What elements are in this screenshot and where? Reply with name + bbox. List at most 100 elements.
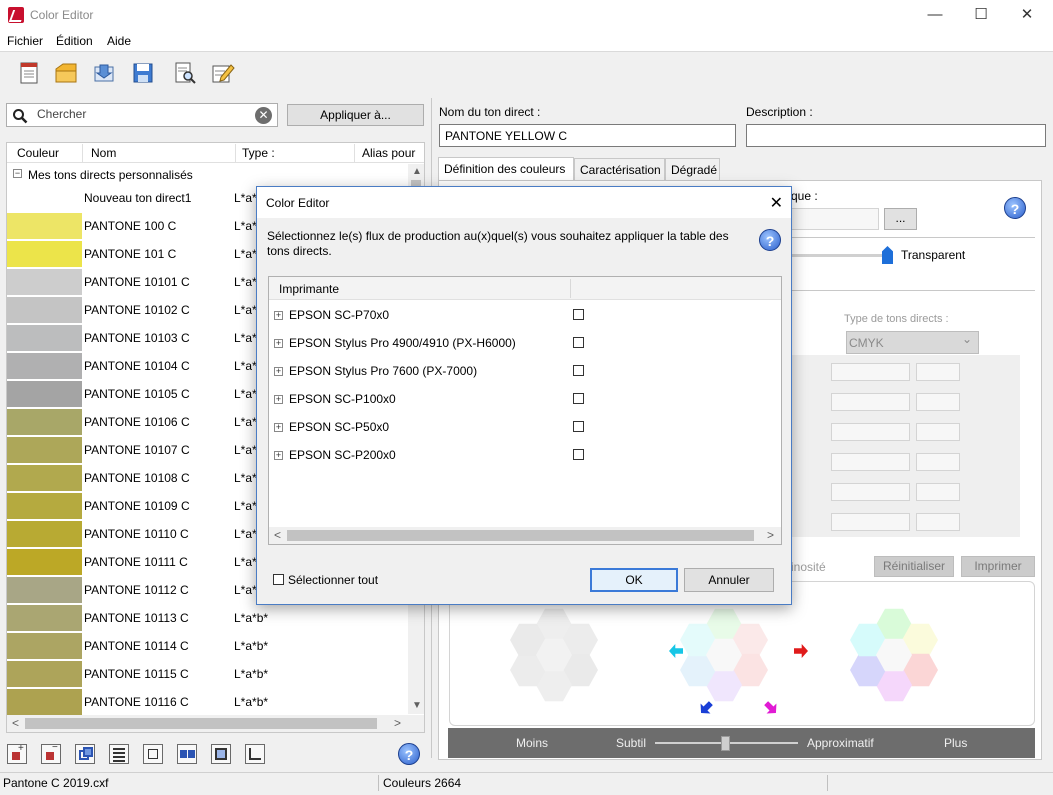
select-all-checkbox[interactable]	[273, 574, 284, 585]
list-item[interactable]: PANTONE 10114 C L*a*b*	[7, 632, 407, 660]
column-header-alias[interactable]: Alias pour	[362, 146, 415, 160]
menu-fichier[interactable]: Fichier	[7, 34, 43, 48]
list-item[interactable]: PANTONE 10113 C L*a*b*	[7, 604, 407, 632]
printer-checkbox[interactable]	[573, 421, 584, 432]
chart-icon[interactable]	[245, 744, 265, 764]
column-header-name[interactable]: Nom	[91, 146, 116, 160]
search-input[interactable]: Chercher	[37, 107, 86, 121]
maximize-button[interactable]: ☐	[958, 0, 1004, 31]
close-button[interactable]: ✕	[1004, 0, 1050, 31]
printer-row[interactable]: + EPSON SC-P70x0	[269, 301, 781, 329]
spot-name-field[interactable]: PANTONE YELLOW C	[439, 124, 736, 147]
list-item[interactable]: PANTONE 10115 C L*a*b*	[7, 660, 407, 688]
printer-checkbox[interactable]	[573, 393, 584, 404]
transparency-slider[interactable]	[791, 254, 886, 257]
tab-color-definition[interactable]: Définition des couleurs	[438, 157, 574, 180]
printer-checkbox[interactable]	[573, 365, 584, 376]
ok-button[interactable]: OK	[590, 568, 678, 592]
color-type: L*a*	[234, 387, 257, 401]
less-label[interactable]: Moins	[516, 736, 548, 750]
remove-color-icon[interactable]: −	[41, 742, 61, 764]
more-label[interactable]: Plus	[944, 736, 967, 750]
printer-checkbox[interactable]	[573, 449, 584, 460]
dialog-close-icon[interactable]: ✕	[770, 193, 783, 213]
expand-icon[interactable]: +	[274, 367, 283, 376]
printer-row[interactable]: + EPSON SC-P200x0	[269, 441, 781, 469]
expand-icon[interactable]: +	[274, 311, 283, 320]
print-button[interactable]: Imprimer	[961, 556, 1035, 577]
edit-icon[interactable]	[211, 61, 235, 85]
reset-button[interactable]: Réinitialiser	[874, 556, 954, 577]
open-folder-icon[interactable]	[54, 61, 78, 85]
toolbar	[0, 51, 1053, 93]
frame-icon[interactable]	[211, 744, 231, 764]
scroll-down-icon[interactable]: ▼	[412, 700, 422, 711]
horizontal-scrollbar[interactable]: < >	[7, 715, 424, 732]
list-view-icon[interactable]	[109, 744, 129, 764]
select-all-label[interactable]: Sélectionner tout	[288, 573, 378, 587]
menu-edition[interactable]: Édition	[56, 34, 93, 48]
color-name: PANTONE 10112 C	[84, 583, 189, 597]
luminosity-label: inosité	[791, 560, 826, 574]
dialog-horizontal-scrollbar[interactable]: < >	[269, 527, 781, 544]
search-box[interactable]: Chercher ✕	[6, 103, 278, 127]
tab-gradient[interactable]: Dégradé	[665, 158, 720, 180]
apply-to-button[interactable]: Appliquer à...	[287, 104, 424, 126]
minimize-button[interactable]: —	[912, 0, 958, 31]
color-name: PANTONE 10104 C	[84, 359, 190, 373]
new-document-icon[interactable]	[17, 61, 41, 85]
column-header-color[interactable]: Couleur	[17, 146, 59, 160]
partial-field-input[interactable]	[791, 208, 879, 230]
help-icon-top[interactable]: ?	[1004, 197, 1026, 219]
list-item[interactable]: PANTONE 10116 C L*a*b*	[7, 688, 407, 716]
browse-button[interactable]: ...	[884, 208, 917, 230]
printer-row[interactable]: + EPSON SC-P50x0	[269, 413, 781, 441]
group-row[interactable]: − Mes tons directs personnalisés	[7, 164, 407, 184]
compare-icon[interactable]	[177, 744, 197, 764]
horizontal-scroll-thumb[interactable]	[25, 718, 377, 729]
expand-icon[interactable]: +	[274, 339, 283, 348]
variation-slider-thumb[interactable]	[721, 736, 730, 751]
color-name: PANTONE 10108 C	[84, 471, 190, 485]
scroll-right-icon[interactable]: >	[394, 716, 401, 730]
printer-row[interactable]: + EPSON Stylus Pro 4900/4910 (PX-H6000)	[269, 329, 781, 357]
value-field-small	[916, 513, 960, 531]
color-type: L*a*	[234, 303, 257, 317]
spot-type-dropdown[interactable]: CMYK ⌄	[846, 331, 979, 354]
save-icon[interactable]	[131, 61, 155, 85]
properties-icon[interactable]	[143, 744, 163, 764]
scroll-left-icon[interactable]: <	[12, 716, 19, 730]
printer-checkbox[interactable]	[573, 309, 584, 320]
import-icon[interactable]	[92, 61, 116, 85]
printer-row[interactable]: + EPSON Stylus Pro 7600 (PX-7000)	[269, 357, 781, 385]
value-field-small	[916, 483, 960, 501]
expand-icon[interactable]: +	[274, 395, 283, 404]
dialog-help-icon[interactable]: ?	[759, 229, 781, 251]
duplicate-icon[interactable]	[75, 744, 95, 764]
description-field[interactable]	[746, 124, 1046, 147]
spot-name-label: Nom du ton direct :	[439, 105, 541, 119]
help-icon[interactable]: ?	[398, 743, 420, 765]
collapse-icon[interactable]: −	[13, 169, 22, 178]
printer-row[interactable]: + EPSON SC-P100x0	[269, 385, 781, 413]
transparency-slider-thumb[interactable]	[882, 246, 893, 264]
approximate-label: Approximatif	[807, 736, 874, 750]
value-field-small	[916, 453, 960, 471]
clear-search-icon[interactable]: ✕	[255, 107, 272, 124]
add-color-icon[interactable]: +	[7, 743, 27, 764]
dialog-scroll-thumb[interactable]	[287, 530, 754, 541]
expand-icon[interactable]: +	[274, 451, 283, 460]
dialog-scroll-left-icon[interactable]: <	[274, 528, 281, 542]
preview-search-icon[interactable]	[173, 61, 197, 85]
expand-icon[interactable]: +	[274, 423, 283, 432]
column-header-type[interactable]: Type :	[242, 146, 275, 160]
scroll-up-icon[interactable]: ▲	[412, 166, 422, 177]
color-name: PANTONE 10105 C	[84, 387, 190, 401]
printer-checkbox[interactable]	[573, 337, 584, 348]
column-header-printer[interactable]: Imprimante	[279, 282, 339, 296]
cancel-button[interactable]: Annuler	[684, 568, 774, 592]
menu-aide[interactable]: Aide	[107, 34, 131, 48]
color-swatch	[7, 185, 82, 211]
tab-characterization[interactable]: Caractérisation	[574, 158, 665, 180]
dialog-scroll-right-icon[interactable]: >	[767, 528, 774, 542]
